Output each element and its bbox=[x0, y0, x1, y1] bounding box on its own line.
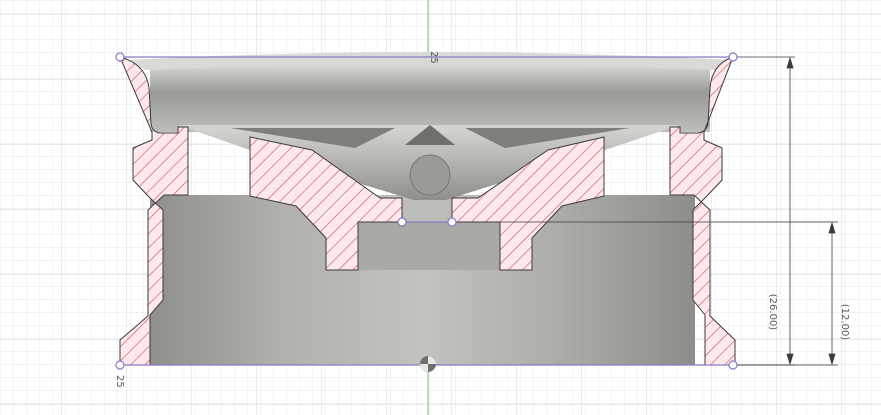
point-top-left[interactable] bbox=[115, 52, 125, 62]
label-bottom-left: 25 bbox=[114, 375, 125, 388]
dim-label-total[interactable]: (26.00) bbox=[767, 294, 778, 331]
point-bottom-right[interactable] bbox=[728, 360, 738, 370]
point-hub-left[interactable] bbox=[397, 217, 407, 227]
inner-barrel bbox=[358, 222, 500, 270]
rim-surface bbox=[150, 60, 710, 132]
dim-label-lower[interactable]: (12.00) bbox=[839, 304, 850, 341]
point-top-right[interactable] bbox=[728, 52, 738, 62]
hub-cap bbox=[409, 154, 451, 196]
point-bottom-left[interactable] bbox=[115, 360, 125, 370]
sketch-canvas[interactable]: (26.00) (12.00) 25 25 bbox=[0, 0, 881, 415]
origin-point-icon[interactable] bbox=[420, 356, 436, 372]
wheel-body[interactable] bbox=[128, 52, 732, 365]
label-top-center: 25 bbox=[428, 51, 439, 64]
point-hub-right[interactable] bbox=[447, 217, 457, 227]
